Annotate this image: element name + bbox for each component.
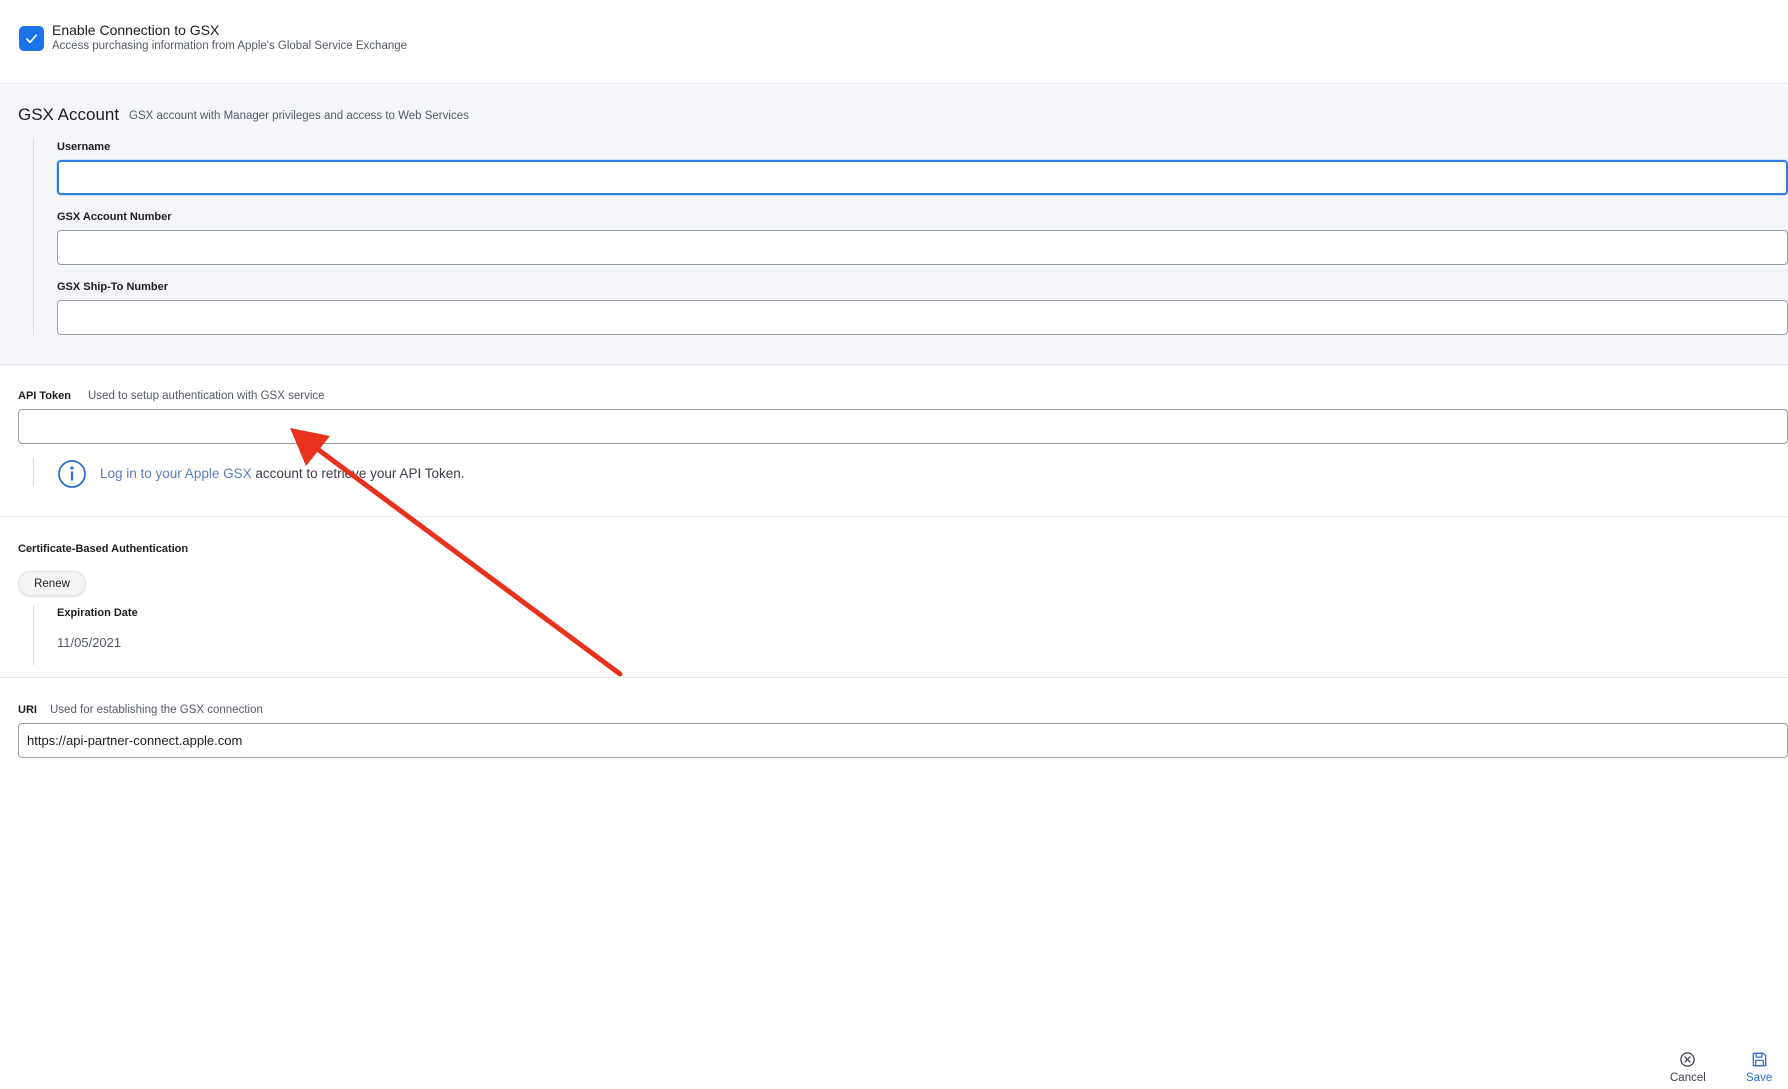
- expiration-date-value: 11/05/2021: [57, 635, 122, 650]
- gsx-account-title: GSX Account: [18, 105, 120, 124]
- section-rail: [33, 605, 34, 665]
- api-token-label: API Token: [18, 390, 71, 402]
- uri-input[interactable]: [18, 723, 1788, 758]
- uri-label: URI: [18, 704, 37, 716]
- section-rail: [33, 457, 34, 487]
- username-label: Username: [57, 141, 111, 153]
- close-circle-icon: [1680, 1052, 1696, 1067]
- certificate-title: Certificate-Based Authentication: [18, 543, 189, 555]
- username-input[interactable]: [57, 160, 1788, 195]
- save-button[interactable]: Save: [1746, 1050, 1772, 1084]
- certificate-section: Certificate-Based Authentication Renew E…: [0, 518, 1788, 678]
- enable-gsx-subtitle: Access purchasing information from Apple…: [52, 40, 408, 52]
- enable-gsx-checkbox[interactable]: [19, 26, 44, 51]
- gsx-account-section: GSX Account GSX account with Manager pri…: [0, 85, 1788, 365]
- info-circle-icon: [58, 460, 86, 488]
- gsx-settings-page: Enable Connection to GSX Access purchasi…: [0, 0, 1788, 1089]
- cancel-label: Cancel: [1670, 1072, 1706, 1084]
- ship-to-input[interactable]: [57, 300, 1788, 335]
- renew-button[interactable]: Renew: [18, 571, 86, 596]
- account-number-input[interactable]: [57, 230, 1788, 265]
- expiration-date-label: Expiration Date: [57, 607, 138, 619]
- api-token-input[interactable]: [18, 409, 1788, 444]
- checkmark-icon: [25, 34, 38, 44]
- uri-subtitle: Used for establishing the GSX connection: [50, 704, 263, 716]
- api-token-section: API Token Used to setup authentication w…: [0, 365, 1788, 517]
- api-token-help: Log in to your Apple GSX account to retr…: [100, 466, 464, 481]
- gsx-account-subtitle: GSX account with Manager privileges and …: [129, 110, 469, 122]
- api-token-help-text: account to retrieve your API Token.: [251, 466, 465, 481]
- ship-to-label: GSX Ship-To Number: [57, 281, 169, 293]
- enable-gsx-title: Enable Connection to GSX: [52, 22, 220, 38]
- section-rail: [33, 139, 34, 335]
- uri-section: URI Used for establishing the GSX connec…: [0, 679, 1788, 779]
- gsx-login-link[interactable]: Log in to your Apple GSX: [100, 466, 252, 481]
- save-label: Save: [1746, 1072, 1773, 1084]
- api-token-subtitle: Used to setup authentication with GSX se…: [88, 390, 325, 402]
- account-number-label: GSX Account Number: [57, 211, 172, 223]
- floppy-disk-icon: [1752, 1052, 1766, 1067]
- enable-gsx-section: Enable Connection to GSX Access purchasi…: [0, 0, 1788, 84]
- cancel-button[interactable]: Cancel: [1670, 1050, 1706, 1084]
